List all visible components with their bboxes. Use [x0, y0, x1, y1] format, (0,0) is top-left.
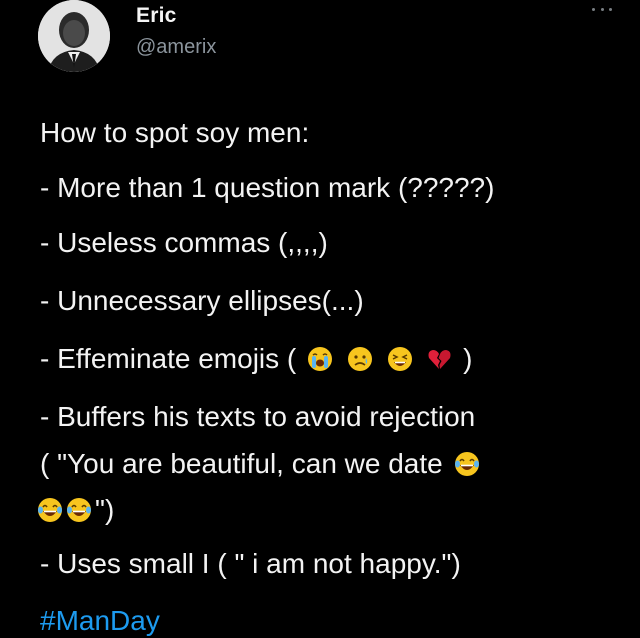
tweet-line-small-i: - Uses small I ( " i am not happy."): [40, 548, 461, 579]
tweet-line-buffers: - Buffers his texts to avoid rejection: [40, 401, 476, 432]
tweet-line-ellipses: - Unnecessary ellipses(...): [40, 285, 364, 316]
tired-face-icon: [387, 346, 413, 372]
tweet-line-quote-start: ( "You are beautiful, can we date: [40, 447, 483, 481]
tweet-line-emojis: - Effeminate emojis (): [40, 342, 472, 376]
tweet-line-question-mark: - More than 1 question mark (?????): [40, 172, 495, 203]
more-options-icon[interactable]: [592, 6, 612, 12]
tweet-heading: How to spot soy men:: [40, 117, 310, 148]
tweet-card: Eric @amerix How to spot soy men: - More…: [0, 0, 640, 636]
author-display-name[interactable]: Eric: [136, 4, 177, 28]
tweet-line-quote-close: "): [95, 494, 115, 525]
face-with-tears-of-joy-icon: [454, 451, 480, 477]
hashtag-link[interactable]: #ManDay: [40, 604, 160, 638]
author-handle[interactable]: @amerix: [136, 36, 216, 59]
face-with-tears-of-joy-icon: [37, 497, 63, 523]
tweet-line-quote-text: ( "You are beautiful, can we date: [40, 448, 443, 479]
tweet-line-commas: - Useless commas (,,,,): [40, 227, 328, 258]
tweet-line-emojis-suffix: ): [463, 343, 473, 374]
loudly-crying-face-icon: [307, 346, 333, 372]
broken-heart-icon: [426, 346, 452, 372]
tweet-line-emojis-prefix: - Effeminate emojis (: [40, 343, 297, 374]
dot: [609, 7, 612, 11]
tweet-line-quote-end: "): [37, 493, 114, 527]
sad-but-relieved-face-icon: [347, 346, 373, 372]
face-with-tears-of-joy-icon: [66, 497, 92, 523]
avatar[interactable]: [38, 0, 110, 72]
dot: [600, 7, 604, 11]
dot: [592, 7, 595, 11]
